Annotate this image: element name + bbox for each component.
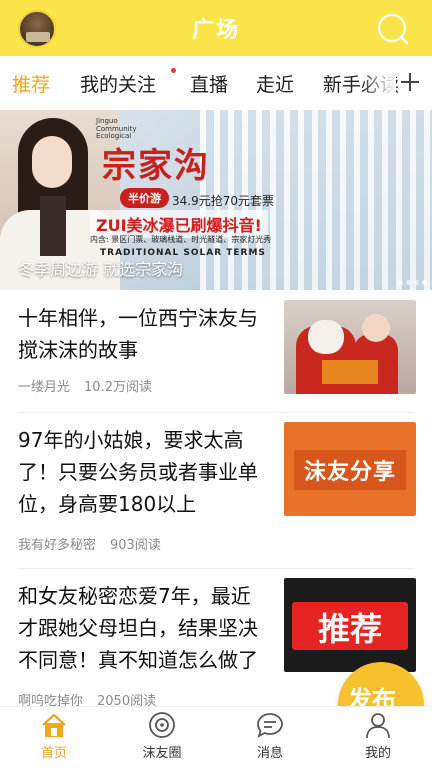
message-icon [257, 713, 283, 738]
tab-nearby[interactable]: 走近 [256, 70, 294, 97]
nav-home[interactable]: 首页 [14, 709, 94, 767]
article-meta: 一缕月光 10.2万阅读 [18, 376, 152, 395]
nav-label: 消息 [256, 746, 283, 761]
top-header: 广场 [0, 0, 432, 56]
article-item[interactable]: 97年的小姑娘，要求太高了！只要公务员或者事业单位，身高要180以上 我有好多秘… [0, 414, 432, 570]
article-title[interactable]: 十年相伴，一位西宁沫友与搅沫沫的故事 [18, 302, 270, 366]
article-thumbnail[interactable]: 沫友分享 [284, 422, 416, 516]
banner-includes: 内含: 景区门票、玻璃栈道、时光隧道、宗家灯光秀 [90, 235, 272, 244]
banner-brand: 宗家沟 [102, 146, 210, 186]
banner-caption: 冬季周边游 就选宗家沟 [18, 260, 184, 279]
unread-dot [171, 68, 176, 73]
category-tabs: 推荐 我的关注 直播 走近 新手必读 [0, 56, 432, 110]
tab-following[interactable]: 我的关注 [80, 70, 156, 97]
article-author: 我有好多秘密 [18, 538, 97, 553]
article-author: 一缕月光 [18, 380, 71, 395]
article-title[interactable]: 97年的小姑娘，要求太高了！只要公务员或者事业单位，身高要180以上 [18, 424, 270, 520]
banner-badge: 半价游 [120, 188, 169, 208]
nav-label: 沫友圈 [142, 746, 182, 761]
profile-icon [366, 713, 390, 739]
tabs-fade [360, 56, 396, 110]
divider [18, 568, 414, 569]
article-item[interactable]: 十年相伴，一位西宁沫友与搅沫沫的故事 一缕月光 10.2万阅读 [0, 290, 432, 414]
tab-live[interactable]: 直播 [190, 70, 228, 97]
article-thumbnail[interactable] [284, 300, 416, 394]
promo-banner[interactable]: Jinguo Community Ecological 宗家沟 半价游 34.9… [0, 110, 432, 290]
article-reads: 10.2万阅读 [84, 380, 152, 395]
plus-icon[interactable] [398, 70, 422, 94]
thumbnail-text: 沫友分享 [303, 460, 396, 485]
divider [18, 412, 414, 413]
nav-circle[interactable]: 沫友圈 [122, 709, 202, 767]
nav-messages[interactable]: 消息 [230, 709, 310, 767]
search-icon[interactable] [372, 12, 412, 46]
tab-recommend[interactable]: 推荐 [12, 70, 50, 97]
article-reads: 903阅读 [110, 538, 161, 553]
carousel-indicator [395, 270, 427, 289]
bottom-nav: 首页 沫友圈 消息 我的 [0, 706, 432, 768]
article-title[interactable]: 和女友秘密恋爱7年，最近才跟她父母坦白，结果坚决不同意！真不知道怎么做了 [18, 580, 270, 676]
nav-profile[interactable]: 我的 [338, 709, 418, 767]
page-title: 广场 [191, 18, 240, 43]
home-icon [42, 713, 66, 737]
thumbnail-text: 推荐 [317, 610, 382, 648]
nav-label: 我的 [364, 746, 391, 761]
circle-icon [149, 712, 175, 738]
article-meta: 我有好多秘密 903阅读 [18, 534, 161, 553]
nav-label: 首页 [40, 746, 67, 761]
banner-price: 34.9元抢70元套票 [172, 194, 274, 208]
article-thumbnail[interactable]: 推荐 [284, 578, 416, 672]
